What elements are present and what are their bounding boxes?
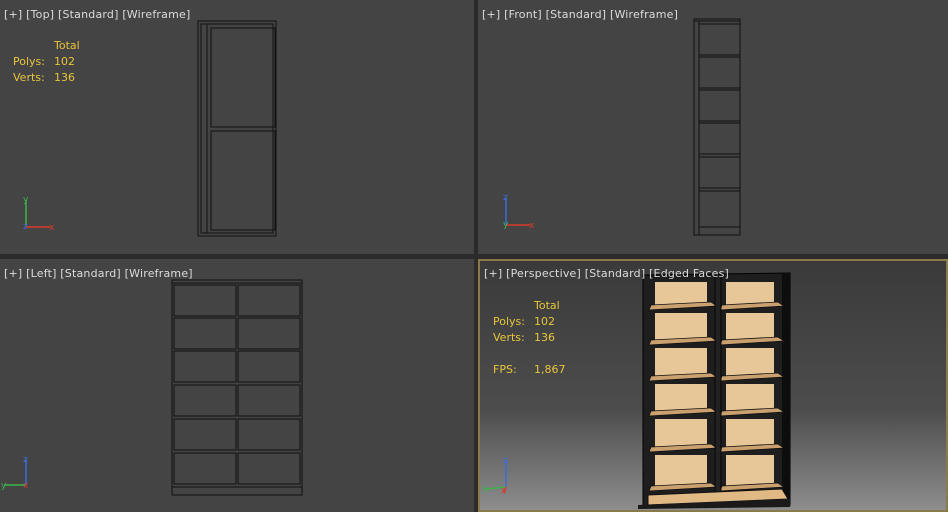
axis-y-label: y bbox=[23, 195, 29, 205]
axis-gizmo: y x z bbox=[23, 195, 55, 233]
axis-z-label: z bbox=[503, 456, 508, 466]
axis-z-label: z bbox=[23, 222, 28, 232]
axis-x-label: x bbox=[23, 481, 29, 491]
axis-z-label: z bbox=[503, 193, 508, 203]
axis-z-label: z bbox=[23, 455, 28, 465]
viewport-top[interactable]: [+] [Top] [Standard] [Wireframe] Total P… bbox=[0, 0, 474, 254]
viewport-perspective[interactable]: [+] [Perspective] [Standard] [Edged Face… bbox=[478, 259, 948, 512]
axis-x-label: x bbox=[501, 486, 507, 496]
axis-gizmo: z x y bbox=[503, 193, 535, 231]
viewport-front[interactable]: [+] [Front] [Standard] [Wireframe] z x y bbox=[478, 0, 948, 254]
axis-y-label: y bbox=[503, 220, 509, 230]
axis-x-label: x bbox=[529, 221, 535, 231]
viewport-left[interactable]: [+] [Left] [Standard] [Wireframe] z y x bbox=[0, 259, 474, 512]
axis-gizmo: z y x bbox=[482, 456, 508, 496]
axis-x-label: x bbox=[49, 223, 55, 233]
axis-y-label: y bbox=[482, 484, 488, 494]
axis-y-label: y bbox=[1, 481, 7, 491]
axis-gizmo: z y x bbox=[1, 455, 29, 491]
